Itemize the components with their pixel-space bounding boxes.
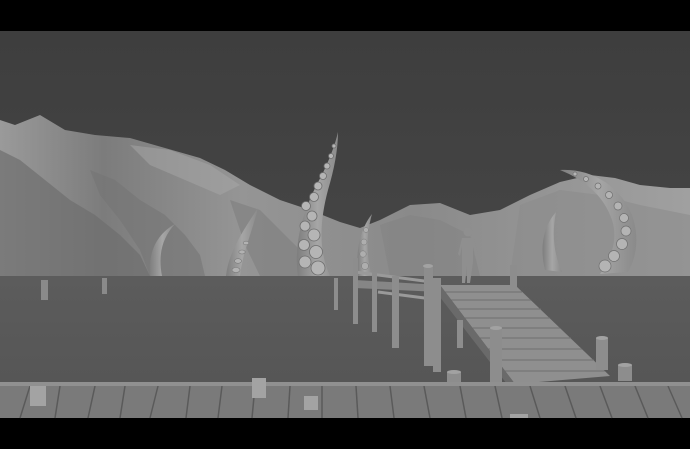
scene-render (0, 0, 690, 449)
letterbox-top (0, 0, 690, 31)
water-post-2 (102, 278, 107, 294)
letterbox-bottom (0, 418, 690, 449)
foreground-dock (0, 378, 690, 419)
render-viewport (0, 0, 690, 449)
foreground-dock-edge (0, 382, 690, 386)
water-post-1 (41, 280, 48, 300)
foreground-dock-deck (0, 384, 690, 418)
